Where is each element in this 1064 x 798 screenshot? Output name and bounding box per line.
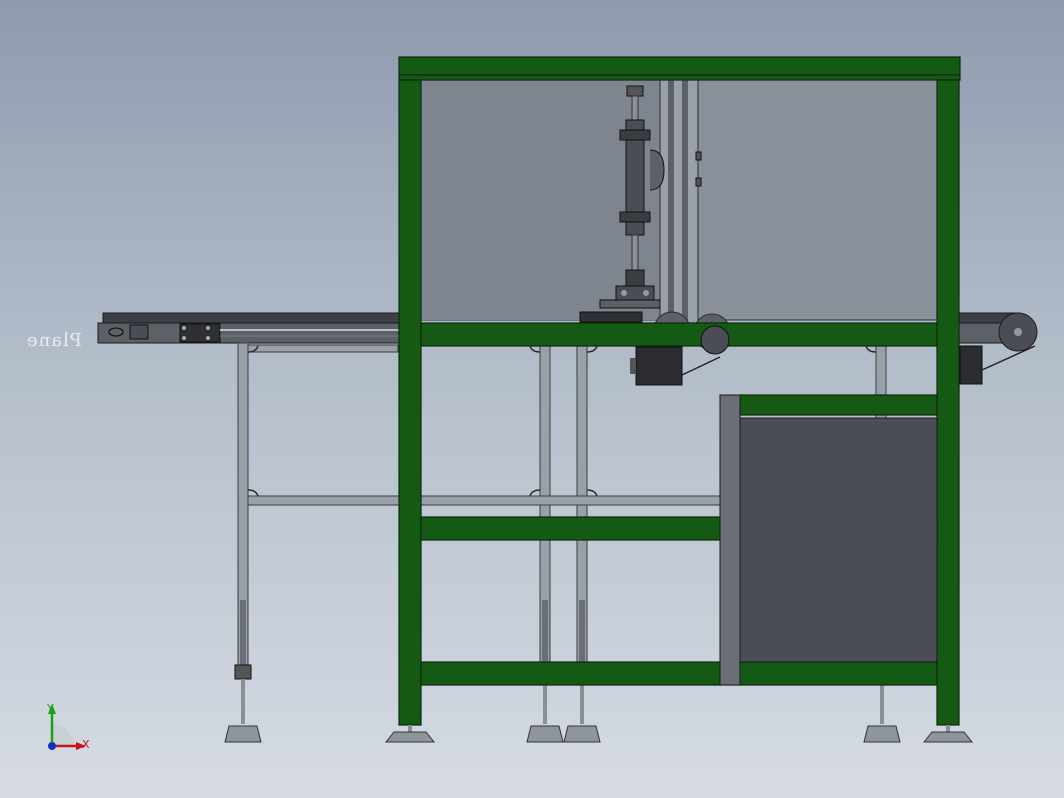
cad-viewport[interactable]: Plane Y X <box>0 0 1064 798</box>
conveyor-belt <box>97 312 404 344</box>
electrical-cabinet <box>719 394 938 686</box>
coordinate-triad <box>48 704 86 750</box>
machine-drawing <box>48 56 1038 750</box>
conveyor-right-end <box>957 312 1038 385</box>
